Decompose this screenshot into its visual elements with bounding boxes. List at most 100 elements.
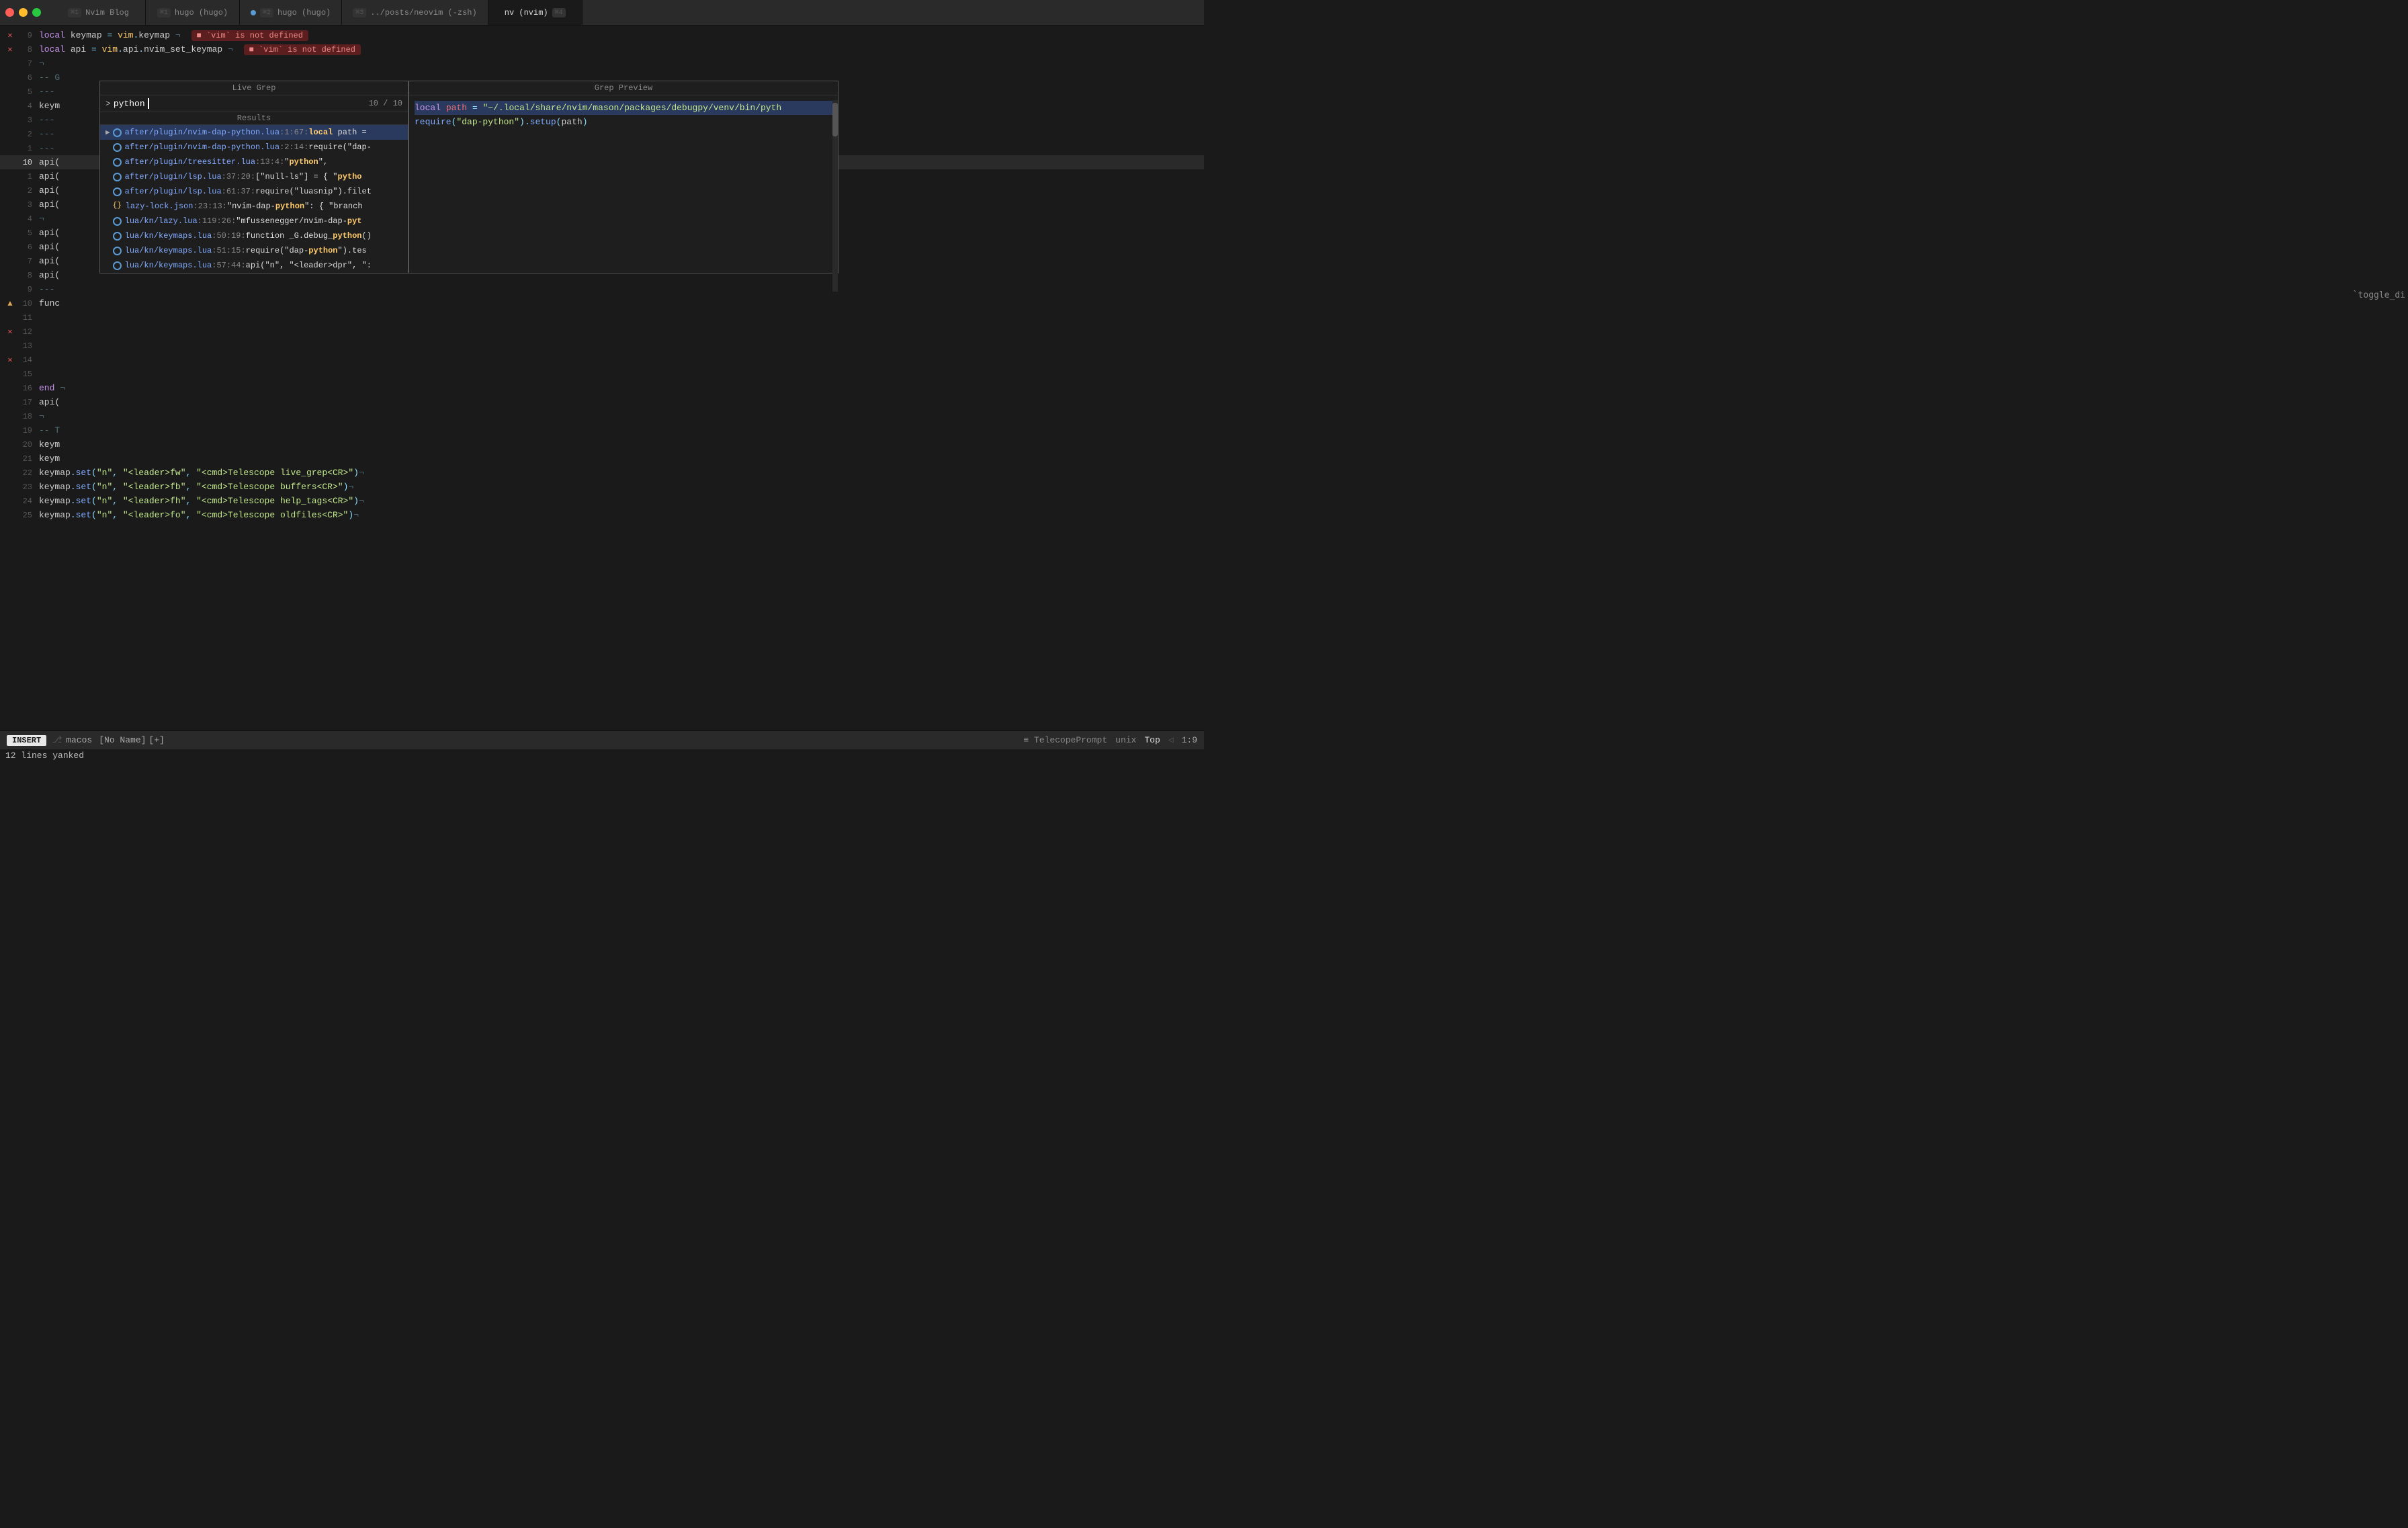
error-hint: ■ `vim` is not defined: [244, 44, 361, 55]
code-line: 18 ¬: [0, 409, 1204, 423]
scrollbar-track[interactable]: [832, 100, 838, 292]
globe-icon: [113, 217, 122, 226]
minimize-button[interactable]: [19, 8, 28, 17]
line-number: 14: [17, 355, 32, 365]
line-number: 7: [17, 257, 32, 266]
result-match: require("dap-python").tes: [246, 246, 367, 255]
scrollbar-thumb[interactable]: [832, 103, 838, 136]
branch-icon: ⎇: [52, 735, 62, 745]
result-loc: :1:67:: [280, 128, 308, 137]
tab-bar: ⌘1 Nvim Blog ⌘1 hugo (hugo) ⌘2 hugo (hug…: [52, 0, 1199, 25]
result-loc: :50:19:: [212, 231, 245, 241]
result-item[interactable]: ▶ after/plugin/lsp.lua :37:20: ["null-ls…: [100, 169, 408, 184]
result-file: after/plugin/lsp.lua: [125, 187, 222, 196]
result-item[interactable]: ▶ after/plugin/treesitter.lua :13:4: "py…: [100, 155, 408, 169]
code-line: 25 keymap.set("n", "<leader>fo", "<cmd>T…: [0, 508, 1204, 522]
globe-icon: [113, 187, 122, 196]
result-match: ["null-ls"] = { "pytho: [255, 172, 361, 181]
line-number: 19: [17, 426, 32, 435]
tab-hugo2[interactable]: ⌘2 hugo (hugo): [240, 0, 342, 25]
tab-posts[interactable]: ⌘3 ../posts/neovim (-zsh): [342, 0, 488, 25]
line-number: 1: [17, 172, 32, 181]
telescope-panel[interactable]: Live Grep > python 10 / 10 Results ▶ aft…: [99, 81, 838, 273]
globe-icon: [113, 247, 122, 255]
result-item[interactable]: ▶ after/plugin/nvim-dap-python.lua :1:67…: [100, 125, 408, 140]
braces-icon: {}: [113, 202, 122, 211]
grep-preview-header: Grep Preview: [409, 81, 838, 95]
result-match: local path =: [308, 128, 366, 137]
result-item[interactable]: ▶ lua/kn/keymaps.lua :50:19: function _G…: [100, 228, 408, 243]
tab-kbd: ⌘4: [552, 8, 566, 17]
result-item[interactable]: ▶ {} lazy-lock.json :23:13: "nvim-dap-py…: [100, 199, 408, 214]
result-item[interactable]: ▶ lua/kn/lazy.lua :119:26: "mfussenegger…: [100, 214, 408, 228]
line-number: 10: [17, 158, 32, 167]
result-item[interactable]: ▶ after/plugin/nvim-dap-python.lua :2:14…: [100, 140, 408, 155]
maximize-button[interactable]: [32, 8, 41, 17]
result-file: after/plugin/lsp.lua: [125, 172, 222, 181]
statusbar: INSERT ⎇ macos [No Name] [+] ≡ TelecopeP…: [0, 730, 1204, 749]
line-number: 18: [17, 412, 32, 421]
result-match: "mfussenegger/nvim-dap-pyt: [236, 216, 361, 226]
result-file: after/plugin/nvim-dap-python.lua: [125, 128, 280, 137]
titlebar: ⌘1 Nvim Blog ⌘1 hugo (hugo) ⌘2 hugo (hug…: [0, 0, 1204, 26]
warn-sign: ▲: [5, 299, 15, 308]
line-number: 4: [17, 101, 32, 111]
search-input-row[interactable]: > python 10 / 10: [100, 95, 408, 112]
result-match: "nvim-dap-python": { "branch: [227, 202, 363, 211]
line-number: 24: [17, 497, 32, 506]
tab-label: ../posts/neovim (-zsh): [370, 8, 476, 17]
line-number: 6: [17, 73, 32, 83]
statusbar-position: 1:9: [1182, 735, 1197, 745]
code-line: ✕ 14: [0, 353, 1204, 367]
result-loc: :23:13:: [193, 202, 226, 211]
tab-kbd: ⌘1: [157, 8, 171, 17]
preview-content: local path = "~/.local/share/nvim/mason/…: [409, 95, 838, 134]
line-number: 4: [17, 214, 32, 224]
traffic-lights: [5, 8, 41, 17]
result-file: lua/kn/keymaps.lua: [125, 261, 212, 270]
statusbar-encoding: unix: [1115, 735, 1136, 745]
result-item[interactable]: ▶ lua/kn/keymaps.lua :57:44: api("n", "<…: [100, 258, 408, 273]
line-number: 12: [17, 327, 32, 337]
results-header: Results: [100, 112, 408, 125]
selected-arrow: ▶: [105, 128, 110, 137]
globe-icon: [113, 232, 122, 241]
result-file: lua/kn/keymaps.lua: [125, 246, 212, 255]
line-number: 5: [17, 228, 32, 238]
close-button[interactable]: [5, 8, 14, 17]
result-loc: :119:26:: [198, 216, 236, 226]
line-number: 3: [17, 200, 32, 210]
live-grep-header: Live Grep: [100, 81, 408, 95]
search-query: python: [114, 99, 145, 109]
result-loc: :57:44:: [212, 261, 245, 270]
line-number: 2: [17, 130, 32, 139]
chevron-left-icon: ◁: [1168, 735, 1174, 745]
line-number: 5: [17, 87, 32, 97]
result-loc: :2:14:: [280, 142, 308, 152]
result-file: after/plugin/treesitter.lua: [125, 157, 255, 167]
code-line: ✕ 9 local keymap = vim.keymap ¬ ■ `vim` …: [0, 28, 1204, 42]
code-line: 11: [0, 310, 1204, 325]
code-line: ▲ 10 func: [0, 296, 1204, 310]
tab-kbd: ⌘2: [260, 8, 273, 17]
globe-icon: [113, 261, 122, 270]
tab-nvim-blog[interactable]: ⌘1 Nvim Blog: [52, 0, 146, 25]
message-text: 12 lines yanked: [5, 751, 84, 761]
tab-hugo[interactable]: ⌘1 hugo (hugo): [146, 0, 240, 25]
error-sign: ✕: [5, 355, 15, 365]
error-sign: ✕: [5, 30, 15, 40]
result-match: "python",: [284, 157, 328, 167]
result-item[interactable]: ▶ after/plugin/lsp.lua :61:37: require("…: [100, 184, 408, 199]
cursor: [148, 98, 149, 109]
line-number: 9: [17, 31, 32, 40]
tab-nv[interactable]: nv (nvim) ⌘4: [488, 0, 583, 25]
live-grep-panel[interactable]: Live Grep > python 10 / 10 Results ▶ aft…: [99, 81, 408, 273]
code-line: 22 keymap.set("n", "<leader>fw", "<cmd>T…: [0, 466, 1204, 480]
statusbar-top: Top: [1144, 735, 1160, 745]
line-number: 3: [17, 116, 32, 125]
message-line: 12 lines yanked: [0, 749, 1204, 764]
result-item[interactable]: ▶ lua/kn/keymaps.lua :51:15: require("da…: [100, 243, 408, 258]
grep-preview-panel: Grep Preview local path = "~/.local/shar…: [408, 81, 838, 273]
code-line: 24 keymap.set("n", "<leader>fh", "<cmd>T…: [0, 494, 1204, 508]
tab-label: hugo (hugo): [175, 8, 228, 17]
